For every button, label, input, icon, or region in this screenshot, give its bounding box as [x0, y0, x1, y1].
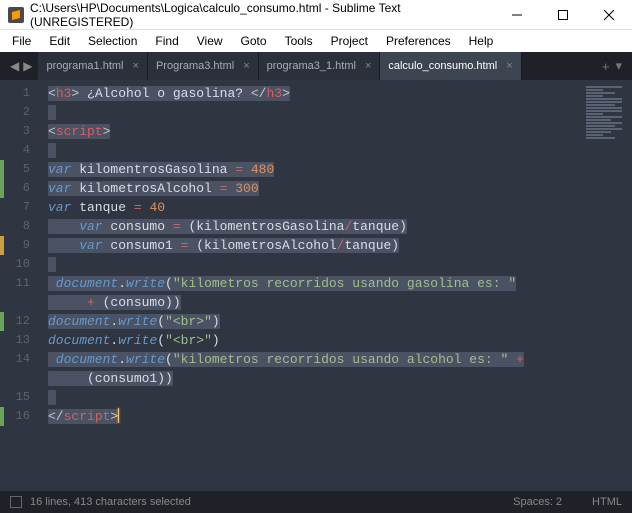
menu-project[interactable]: Project [323, 32, 376, 50]
tab-programa3-1[interactable]: programa3_1.html × [259, 52, 381, 80]
tab-label: programa1.html [46, 60, 123, 72]
menu-file[interactable]: File [4, 32, 39, 50]
tab-label: calculo_consumo.html [388, 60, 497, 72]
tab-dropdown-icon[interactable]: ▾ [615, 58, 622, 74]
menu-selection[interactable]: Selection [80, 32, 145, 50]
tab-bar: ◀ ▶ programa1.html × Programa3.html × prog… [0, 52, 632, 80]
menubar: File Edit Selection Find View Goto Tools… [0, 30, 632, 52]
minimap[interactable] [582, 80, 632, 491]
tab-label: Programa3.html [156, 60, 234, 72]
close-button[interactable] [586, 0, 632, 29]
gutter: 1 2 3 4 5 6 7 8 9 10 11 12 13 14 15 16 [0, 80, 44, 491]
tab-programa3[interactable]: Programa3.html × [148, 52, 259, 80]
menu-tools[interactable]: Tools [277, 32, 321, 50]
menu-help[interactable]: Help [461, 32, 502, 50]
close-icon[interactable]: × [133, 60, 139, 72]
close-icon[interactable]: × [243, 60, 249, 72]
window-controls [494, 0, 632, 29]
status-selection: 16 lines, 413 characters selected [30, 496, 483, 508]
nav-back-icon[interactable]: ◀ [10, 59, 19, 73]
nav-forward-icon[interactable]: ▶ [23, 59, 32, 73]
close-icon[interactable]: × [506, 60, 512, 72]
maximize-button[interactable] [540, 0, 586, 29]
menu-edit[interactable]: Edit [41, 32, 78, 50]
menu-goto[interactable]: Goto [233, 32, 275, 50]
minimize-button[interactable] [494, 0, 540, 29]
menu-view[interactable]: View [189, 32, 231, 50]
panel-switcher-icon[interactable] [10, 496, 22, 508]
window-title: C:\Users\HP\Documents\Logica\calculo_con… [30, 1, 494, 29]
tab-label: programa3_1.html [267, 60, 356, 72]
text-cursor [118, 408, 119, 423]
status-spaces[interactable]: Spaces: 2 [513, 496, 562, 508]
app-icon [8, 7, 24, 23]
titlebar: C:\Users\HP\Documents\Logica\calculo_con… [0, 0, 632, 30]
editor[interactable]: 1 2 3 4 5 6 7 8 9 10 11 12 13 14 15 16 <… [0, 80, 632, 491]
menu-preferences[interactable]: Preferences [378, 32, 459, 50]
tab-programa1[interactable]: programa1.html × [38, 52, 147, 80]
statusbar: 16 lines, 413 characters selected Spaces… [0, 491, 632, 513]
tab-calculo-consumo[interactable]: calculo_consumo.html × [380, 52, 521, 80]
status-syntax[interactable]: HTML [592, 496, 622, 508]
code-area[interactable]: <h3> ¿Alcohol o gasolina? </h3> <script>… [44, 80, 582, 491]
menu-find[interactable]: Find [147, 32, 186, 50]
new-tab-icon[interactable]: + [602, 59, 610, 74]
close-icon[interactable]: × [365, 60, 371, 72]
